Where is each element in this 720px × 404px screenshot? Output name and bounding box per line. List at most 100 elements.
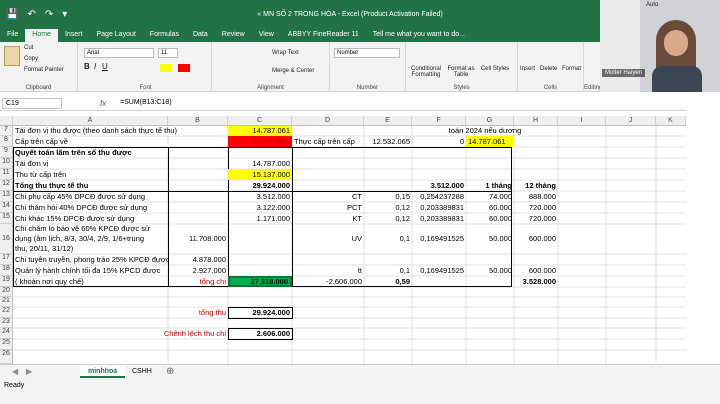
cell-c15[interactable]: 1.171.000 [228,214,292,224]
cell-g14[interactable]: 60.000 [466,203,514,213]
cell-h13[interactable]: 888.000 [514,192,558,202]
cell-a18[interactable]: Quản lý hành chính tối đa 15% KPCD được [13,266,168,276]
cell-a16-line3[interactable]: thu, 20/11, 31/12) [13,244,168,254]
cell-c24[interactable]: 2.606.000 [228,329,292,339]
name-box[interactable]: C19 [2,98,62,109]
cell-h19[interactable]: 3.528.000 [514,277,558,287]
cell-styles-button[interactable]: Cell Styles [480,66,510,72]
tab-file[interactable]: File [0,29,25,42]
cell-c14[interactable]: 3.122.000 [228,203,292,213]
cell-f14[interactable]: 0,203389831 [412,203,466,213]
cell-g18[interactable]: 50.000 [466,266,514,276]
cell-a19[interactable]: ( khoản nơi quy chế) [13,277,168,287]
cell-f16[interactable]: 0,169491525 [412,234,466,244]
format-as-table-button[interactable]: Format as Table [446,66,476,78]
cell-c12[interactable]: 29.924.000 [228,181,292,191]
format-button[interactable]: Format [562,66,581,72]
sheet-grid[interactable]: Tái đơn vị thu được (theo danh sách thực… [13,126,686,364]
cut-button[interactable]: Cut [24,45,33,51]
col-header-e[interactable]: E [364,116,412,126]
paste-icon[interactable] [4,46,20,66]
copy-button[interactable]: Copy [24,56,38,62]
cell-c8[interactable]: 14.787.061 [228,137,292,147]
cell-g12[interactable]: 1 tháng [466,181,514,191]
col-header-j[interactable]: J [606,116,656,126]
row-header[interactable]: 16 [0,224,13,254]
font-size-select[interactable]: 11 [158,48,178,58]
col-header-g[interactable]: G [466,116,514,126]
col-header-b[interactable]: B [168,116,228,126]
cell-e13[interactable]: 0,15 [364,192,412,202]
row-header[interactable]: 11 [0,169,13,180]
undo-icon[interactable]: ↶ [27,9,35,20]
font-color-icon[interactable] [178,64,190,72]
cell-g8[interactable]: 14.787.061 [466,137,514,147]
col-header-c[interactable]: C [228,116,292,126]
cell-g13[interactable]: 74.000 [466,192,514,202]
cell-f7[interactable]: toán 2024 nếu dương [412,126,558,136]
cell-b18[interactable]: 2.927.000 [168,266,228,276]
tell-me-box[interactable]: Tell me what you want to do... [366,29,472,42]
save-icon[interactable]: 💾 [6,9,18,20]
cell-g15[interactable]: 60.000 [466,214,514,224]
sheet-next-icon[interactable]: ▶ [18,365,40,378]
cell-c13[interactable]: 3.512.000 [228,192,292,202]
cell-g16[interactable]: 50.000 [466,234,514,244]
cell-b16[interactable]: 11.708.000 [168,234,228,244]
cell-a14[interactable]: Chi thăm hỏi 40% DPCĐ được sử dụng [13,203,168,213]
row-header[interactable]: 20 [0,287,13,297]
row-header[interactable]: 13 [0,191,13,202]
cell-c10[interactable]: 14.787.000 [228,159,292,169]
cell-f18[interactable]: 0,169491525 [412,266,466,276]
cell-e14[interactable]: 0,12 [364,203,412,213]
cell-e16[interactable]: 0,1 [364,234,412,244]
row-header[interactable]: 15 [0,213,13,224]
cell-e19[interactable]: 0,59 [364,277,412,287]
italic-button[interactable]: I [94,62,96,71]
tab-view[interactable]: View [252,29,281,42]
row-header[interactable]: 18 [0,265,13,276]
row-header[interactable]: 9 [0,147,13,158]
row-header[interactable]: 19 [0,276,13,287]
row-header[interactable]: 26 [0,350,13,364]
tab-formulas[interactable]: Formulas [143,29,186,42]
cell-h12[interactable]: 12 tháng [514,181,558,191]
col-header-f[interactable]: F [412,116,466,126]
row-header[interactable]: 8 [0,136,13,147]
formula-input[interactable]: =SUM(B13:C18) [120,99,172,106]
cell-f8[interactable]: 0 [412,137,466,147]
select-all[interactable] [0,116,13,126]
fill-color-icon[interactable] [160,64,172,72]
tab-page-layout[interactable]: Page Layout [89,29,142,42]
cell-f12[interactable]: 3.512.000 [412,181,466,191]
merge-center-button[interactable]: Merge & Center [272,68,314,74]
row-header[interactable]: 7 [0,126,13,136]
cell-a11[interactable]: Thu từ cấp trên [13,170,168,180]
sheet-tab-cshh[interactable]: CSHH [124,365,160,378]
tab-data[interactable]: Data [186,29,215,42]
cell-b22[interactable]: tổng thu [168,308,228,318]
cell-b19[interactable]: tổng chi [168,277,228,287]
cell-a10[interactable]: Tái đơn vị [13,159,168,169]
cell-b24[interactable]: Chênh lệch thu chi [113,329,228,339]
row-header[interactable]: 22 [0,307,13,318]
col-header-k[interactable]: K [656,116,686,126]
cell-c11[interactable]: 15.137.000 [228,170,292,180]
cell-a16-line1[interactable]: Chi chăm lo bảo vệ 60% KPCĐ được sử [13,224,168,234]
row-header[interactable]: 25 [0,339,13,350]
cell-d15[interactable]: KT [292,214,364,224]
row-header[interactable]: 14 [0,202,13,213]
row-header[interactable]: 24 [0,328,13,339]
tab-abbyy[interactable]: ABBYY FineReader 11 [281,29,366,42]
customize-icon[interactable]: ▾ [62,9,67,20]
col-header-a[interactable]: A [13,116,168,126]
row-header[interactable]: 23 [0,318,13,328]
cell-a15[interactable]: Chi khác 15% DPCĐ được sử dụng [13,214,168,224]
cell-h18[interactable]: 600.000 [514,266,558,276]
cell-a12[interactable]: Tổng thu thực tế thu [13,181,168,191]
add-sheet-icon[interactable]: ⊕ [158,365,182,378]
cell-d13[interactable]: CT [292,192,364,202]
cell-a17[interactable]: Chi tuyên truyền, phong trào 25% KPCĐ đư… [13,255,168,265]
format-painter-button[interactable]: Format Painter [24,67,64,73]
cell-a16-line2[interactable]: dụng (âm lịch, 8/3, 30/4, 2/9, 1/6+trung [13,234,168,244]
